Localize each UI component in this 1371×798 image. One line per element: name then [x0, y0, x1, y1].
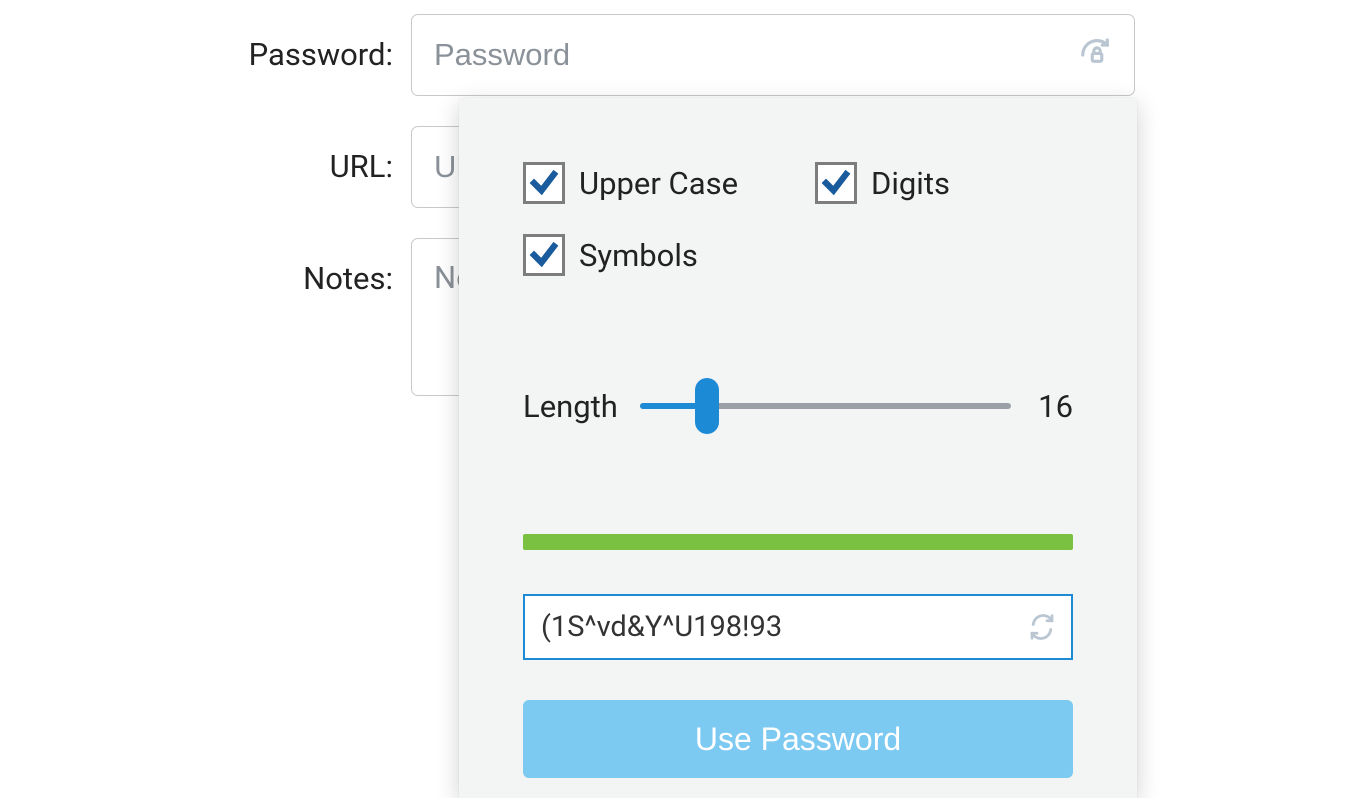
password-generator-popup: Upper Case Digits Symbols Length 16 (1S^…	[459, 98, 1137, 798]
checkbox-label-upper-case: Upper Case	[579, 165, 738, 202]
checkbox-label-symbols: Symbols	[579, 237, 698, 274]
notes-label: Notes:	[0, 238, 393, 297]
generator-options-row-1: Upper Case Digits	[523, 162, 1073, 204]
form-row-password: Password:	[0, 14, 1135, 96]
checkbox-upper-case[interactable]: Upper Case	[523, 162, 815, 204]
check-icon	[529, 168, 559, 198]
checkbox-box-digits	[815, 162, 857, 204]
check-icon	[821, 168, 851, 198]
length-label: Length	[523, 388, 618, 425]
generate-password-icon[interactable]	[1075, 33, 1119, 77]
url-label: URL:	[0, 126, 393, 185]
password-strength-bar	[523, 534, 1073, 550]
slider-thumb[interactable]	[695, 378, 719, 434]
regenerate-icon[interactable]	[1025, 610, 1059, 644]
password-input-wrap	[393, 14, 1135, 96]
checkbox-box-upper-case	[523, 162, 565, 204]
password-input[interactable]	[411, 14, 1135, 96]
generator-options-row-2: Symbols	[523, 234, 1073, 276]
checkbox-symbols[interactable]: Symbols	[523, 234, 698, 276]
checkbox-label-digits: Digits	[871, 165, 950, 202]
password-label: Password:	[0, 14, 393, 73]
length-value: 16	[1033, 388, 1073, 425]
checkbox-box-symbols	[523, 234, 565, 276]
length-row: Length 16	[523, 386, 1073, 426]
checkbox-digits[interactable]: Digits	[815, 162, 950, 204]
length-slider[interactable]	[640, 386, 1011, 426]
generated-password-box[interactable]: (1S^vd&Y^U198!93	[523, 594, 1073, 660]
check-icon	[529, 240, 559, 270]
generated-password-text: (1S^vd&Y^U198!93	[541, 610, 782, 644]
use-password-button[interactable]: Use Password	[523, 700, 1073, 778]
